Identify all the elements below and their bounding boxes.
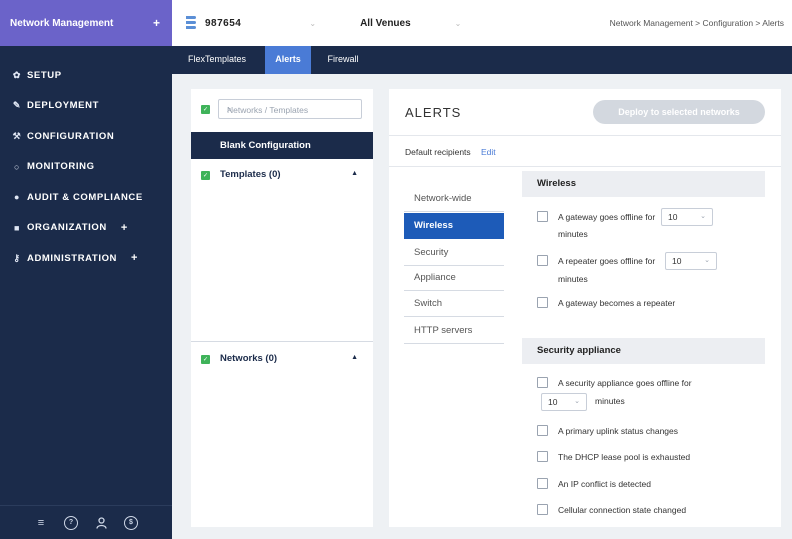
gateway-offline-minutes-select[interactable]: 10 ⌄ — [661, 208, 713, 226]
appliance-offline-label: A security appliance goes offline for — [558, 378, 692, 388]
user-icon[interactable] — [94, 516, 108, 530]
tab-firewall[interactable]: Firewall — [315, 46, 371, 74]
key-icon: ⚷ — [13, 252, 21, 263]
sidebar-item-label: ADMINISTRATION — [27, 252, 118, 264]
security-section-heading: Security appliance — [522, 338, 765, 364]
repeater-offline-checkbox[interactable] — [537, 255, 548, 266]
sidebar-item-label: ORGANIZATION — [27, 222, 107, 234]
tab-alerts[interactable]: Alerts — [265, 46, 311, 74]
alerts-panel: ALERTS Deploy to selected networks Defau… — [389, 89, 781, 527]
network-template-panel: ✓ Networks / Templates ⌕ Blank Configura… — [191, 89, 373, 527]
gear-icon: ✿ — [12, 69, 22, 80]
templates-group-label[interactable]: Templates (0) — [220, 169, 281, 180]
sidebar-item-label: AUDIT & COMPLIANCE — [27, 191, 143, 203]
blank-configuration-item[interactable]: Blank Configuration — [191, 132, 373, 159]
select-all-checkbox[interactable]: ✓ — [201, 105, 210, 114]
templates-checkbox[interactable]: ✓ — [201, 171, 210, 180]
sidebar-item-label: MONITORING — [27, 161, 95, 173]
wireless-section-heading: Wireless — [522, 171, 765, 197]
sidebar-item-setup[interactable]: ✿ SETUP — [0, 60, 172, 91]
appliance-offline-unit: minutes — [595, 396, 625, 406]
divider — [191, 341, 373, 342]
appliance-offline-checkbox[interactable] — [537, 377, 548, 388]
sidebar-item-label: SETUP — [27, 69, 62, 81]
deploy-button[interactable]: Deploy to selected networks — [593, 100, 765, 124]
nav-wireless[interactable]: Wireless — [404, 213, 504, 239]
plus-icon[interactable]: + — [131, 252, 138, 264]
default-recipients-label: Default recipients — [405, 147, 471, 157]
nav-http-servers[interactable]: HTTP servers — [404, 318, 504, 344]
repeater-offline-minutes-select[interactable]: 10 ⌄ — [665, 252, 717, 270]
menu-icon[interactable]: ≡ — [34, 516, 48, 530]
chevron-down-icon: ⌄ — [700, 213, 706, 220]
chevron-down-icon[interactable]: ⌄ — [455, 19, 462, 28]
select-value: 10 — [668, 212, 678, 222]
gateway-offline-checkbox[interactable] — [537, 211, 548, 222]
sidebar-header-plus-icon[interactable]: + — [153, 16, 160, 30]
nav-switch[interactable]: Switch — [404, 291, 504, 317]
gateway-offline-label: A gateway goes offline for — [558, 212, 656, 222]
chevron-down-icon[interactable]: ⌄ — [309, 19, 316, 28]
sidebar-item-label: CONFIGURATION — [27, 130, 115, 142]
nav-appliance[interactable]: Appliance — [404, 265, 504, 291]
cellular-state-label: Cellular connection state changed — [558, 505, 687, 515]
network-logo-icon — [186, 16, 198, 30]
sidebar-item-deployment[interactable]: ✎ DEPLOYMENT — [0, 91, 172, 122]
venue-selector[interactable]: All Venues — [360, 18, 411, 29]
search-input[interactable]: Networks / Templates ⌕ — [218, 99, 362, 119]
tab-bar: FlexTemplates Alerts Firewall — [172, 46, 792, 74]
sidebar-item-monitoring[interactable]: ○ MONITORING — [0, 152, 172, 183]
sidebar-item-organization[interactable]: ■ ORGANIZATION + — [0, 213, 172, 244]
circle-icon: ○ — [13, 161, 21, 172]
cellular-state-checkbox[interactable] — [537, 504, 548, 515]
sidebar-item-label: DEPLOYMENT — [27, 100, 99, 112]
search-icon: ⌕ — [227, 104, 233, 114]
collapse-triangle-icon[interactable]: ▲ — [351, 354, 358, 361]
uplink-status-label: A primary uplink status changes — [558, 426, 679, 436]
sidebar-footer: ≡ ? $ — [0, 505, 172, 539]
dollar-icon[interactable]: $ — [124, 515, 138, 530]
networks-group-label[interactable]: Networks (0) — [220, 353, 277, 364]
help-icon[interactable]: ? — [64, 515, 78, 530]
ip-conflict-checkbox[interactable] — [537, 478, 548, 489]
appliance-offline-minutes-select[interactable]: 10 ⌄ — [541, 393, 587, 411]
page-title: ALERTS — [405, 105, 462, 120]
sidebar-item-configuration[interactable]: ⚒ CONFIGURATION — [0, 121, 172, 152]
top-bar: 987654 ⌄ All Venues ⌄ Network Management… — [172, 0, 792, 46]
select-value: 10 — [672, 256, 682, 266]
repeater-offline-label: A repeater goes offline for — [558, 256, 656, 266]
chevron-down-icon: ⌄ — [574, 398, 580, 405]
nav-security[interactable]: Security — [404, 240, 504, 266]
gateway-repeater-checkbox[interactable] — [537, 297, 548, 308]
wrench-icon: ⚒ — [12, 130, 22, 141]
tab-flextemplates[interactable]: FlexTemplates — [180, 46, 254, 74]
dhcp-exhausted-checkbox[interactable] — [537, 451, 548, 462]
chevron-down-icon: ⌄ — [704, 257, 710, 264]
sidebar-header-title: Network Management — [10, 17, 114, 29]
sidebar: Network Management + ✿ SETUP ✎ DEPLOYMEN… — [0, 0, 172, 539]
nav-network-wide[interactable]: Network-wide — [404, 186, 504, 212]
default-recipients-row: Default recipients Edit — [389, 135, 781, 167]
building-icon: ■ — [13, 222, 21, 233]
breadcrumb: Network Management > Configuration > Ale… — [609, 18, 784, 28]
sidebar-item-audit-compliance[interactable]: ● AUDIT & COMPLIANCE — [0, 182, 172, 213]
repeater-offline-unit: minutes — [558, 274, 588, 284]
uplink-status-checkbox[interactable] — [537, 425, 548, 436]
gateway-repeater-label: A gateway becomes a repeater — [558, 298, 676, 308]
sidebar-item-administration[interactable]: ⚷ ADMINISTRATION + — [0, 243, 172, 274]
plus-icon[interactable]: + — [121, 222, 128, 234]
ip-conflict-label: An IP conflict is detected — [558, 479, 651, 489]
collapse-triangle-icon[interactable]: ▲ — [351, 170, 358, 177]
select-value: 10 — [548, 397, 558, 407]
dhcp-exhausted-label: The DHCP lease pool is exhausted — [558, 452, 691, 462]
edit-recipients-link[interactable]: Edit — [481, 147, 496, 157]
shield-icon: ● — [13, 192, 21, 203]
networks-checkbox[interactable]: ✓ — [201, 355, 210, 364]
gateway-offline-unit: minutes — [558, 229, 588, 239]
pencil-icon: ✎ — [12, 100, 22, 111]
network-id[interactable]: 987654 — [205, 18, 241, 29]
sidebar-header[interactable]: Network Management + — [0, 0, 172, 46]
